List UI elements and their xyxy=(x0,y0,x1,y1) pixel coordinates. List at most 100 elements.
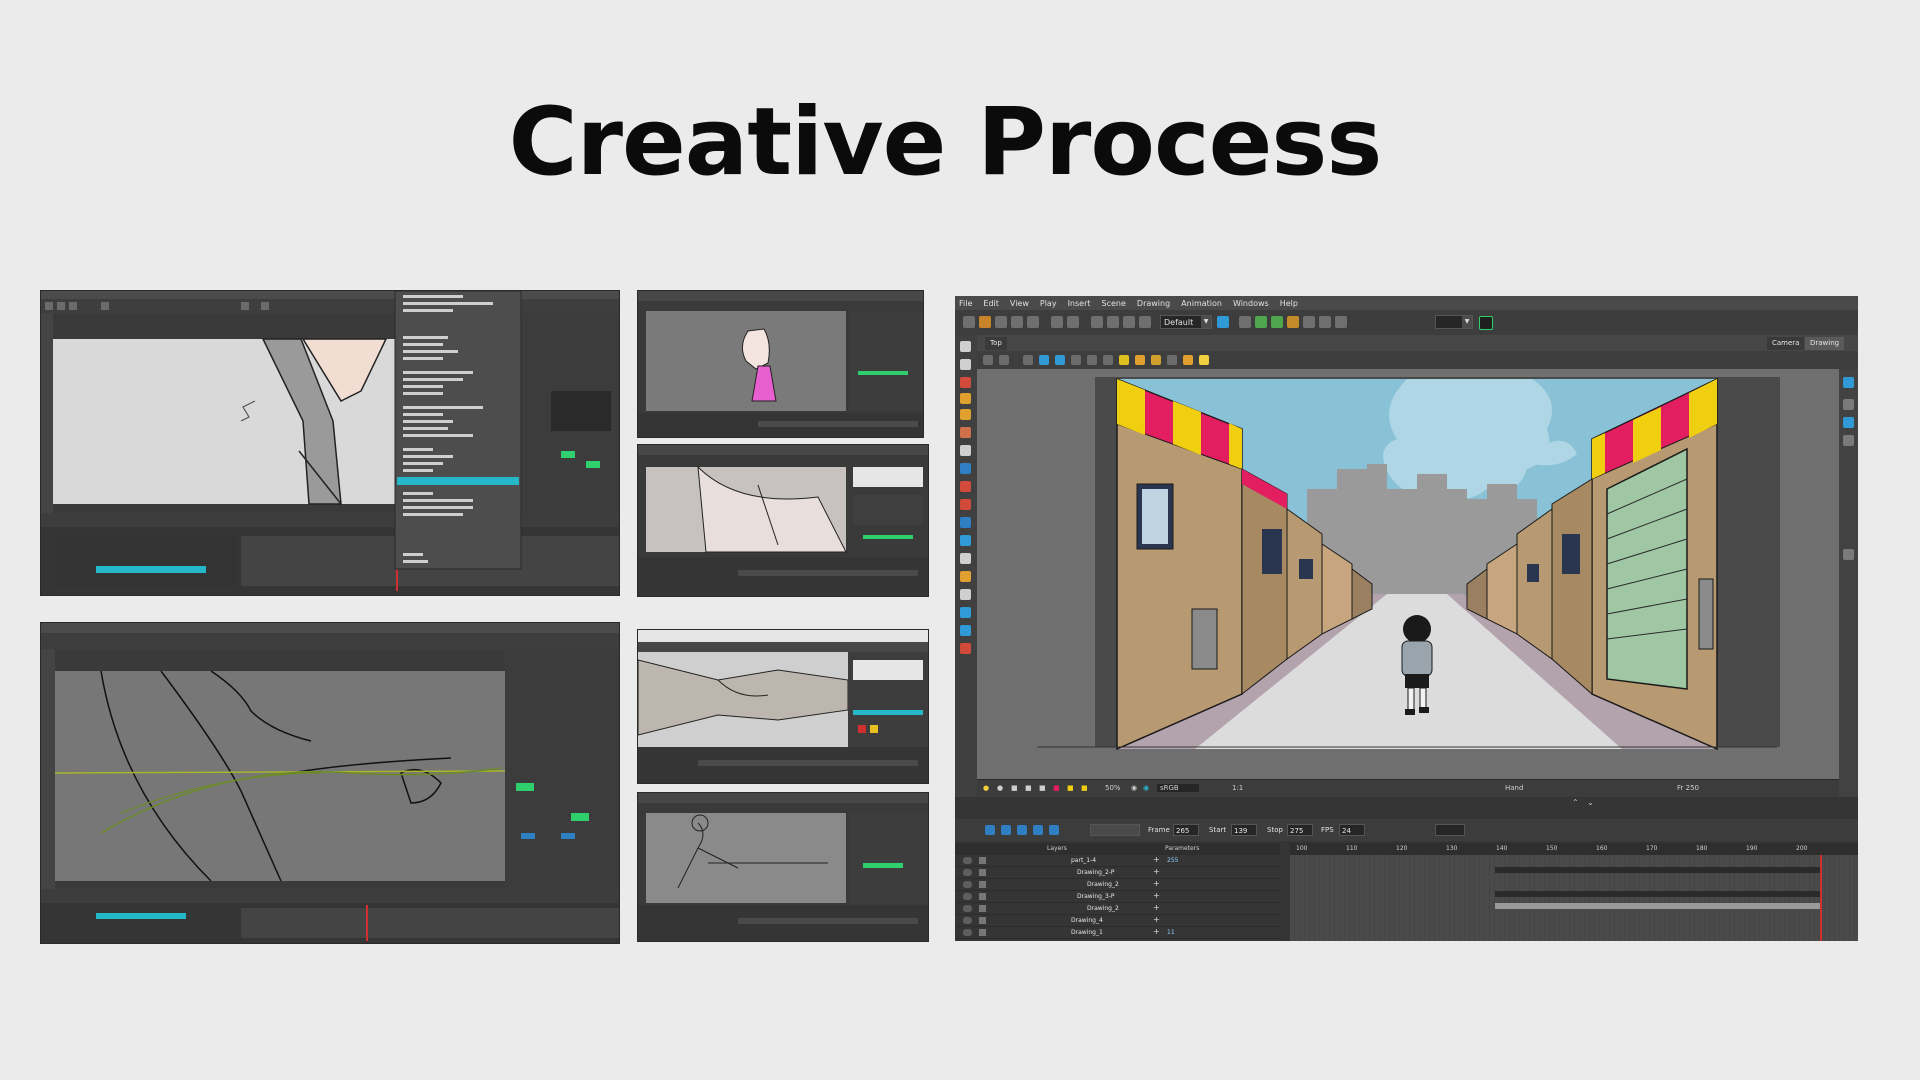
import-icon[interactable] xyxy=(1027,316,1039,328)
play-icon[interactable] xyxy=(985,825,995,835)
sound-icon[interactable] xyxy=(1017,825,1027,835)
add-icon[interactable]: + xyxy=(1153,867,1160,876)
bulb-icon[interactable] xyxy=(1183,355,1193,365)
workspace-select[interactable]: Default ▼ xyxy=(1160,315,1212,329)
folder-icon[interactable] xyxy=(1135,355,1145,365)
camera-icon[interactable] xyxy=(1843,377,1854,388)
pencil-tool-icon[interactable] xyxy=(960,393,971,404)
eye-icon[interactable] xyxy=(963,929,972,936)
center-icon[interactable] xyxy=(1055,355,1065,365)
exposure-bar[interactable] xyxy=(1495,867,1820,873)
cut-icon[interactable] xyxy=(1103,355,1113,365)
redo-icon[interactable] xyxy=(1067,316,1079,328)
rotate-tool-icon[interactable] xyxy=(960,571,971,582)
stroke-tool-icon[interactable] xyxy=(960,499,971,510)
workspace-manager-icon[interactable] xyxy=(1217,316,1229,328)
light-table-icon[interactable] xyxy=(1199,355,1209,365)
frame-grid[interactable] xyxy=(1290,855,1858,941)
crop-icon[interactable] xyxy=(1087,355,1097,365)
hand-tool-icon[interactable] xyxy=(960,553,971,564)
frame-icon[interactable]: ■ xyxy=(1025,784,1032,792)
grid-icon[interactable] xyxy=(1023,355,1033,365)
render-icon[interactable]: ◉ xyxy=(1131,784,1137,792)
add-icon[interactable]: + xyxy=(1153,927,1160,936)
zoom-level[interactable]: 50% xyxy=(1105,784,1121,792)
add-icon[interactable]: + xyxy=(1153,903,1160,912)
frame-icon[interactable]: ■ xyxy=(1011,784,1018,792)
menu-edit[interactable]: Edit xyxy=(979,299,1006,308)
open-folder-icon[interactable] xyxy=(979,316,991,328)
brush-icon[interactable] xyxy=(1239,316,1251,328)
deformer-icon[interactable] xyxy=(1255,316,1267,328)
morph-tool-icon[interactable] xyxy=(960,535,971,546)
lock-icon[interactable] xyxy=(1119,355,1129,365)
paint-tool-icon[interactable] xyxy=(960,409,971,420)
copy-icon[interactable] xyxy=(1107,316,1119,328)
stack-icon[interactable] xyxy=(1843,435,1854,446)
add-icon[interactable]: + xyxy=(1153,879,1160,888)
tab-drawing[interactable]: Drawing xyxy=(1805,337,1845,350)
start-field[interactable]: 139 xyxy=(1231,824,1257,836)
frame-field[interactable]: 265 xyxy=(1173,824,1199,836)
cut-icon[interactable] xyxy=(1091,316,1103,328)
eye-icon[interactable] xyxy=(963,881,972,888)
chevron-up-icon[interactable]: ⌃ xyxy=(1572,798,1579,807)
fps-field[interactable]: 24 xyxy=(1339,824,1365,836)
menu-insert[interactable]: Insert xyxy=(1064,299,1098,308)
eye-icon[interactable] xyxy=(963,857,972,864)
panel-splitter[interactable]: ⌃ ⌄ xyxy=(955,797,1858,811)
tab-camera[interactable]: Camera xyxy=(1767,337,1805,350)
undo-icon[interactable] xyxy=(1051,316,1063,328)
light-icon[interactable]: ● xyxy=(997,784,1003,792)
add-icon[interactable]: + xyxy=(1153,855,1160,864)
pivot-tool-icon[interactable] xyxy=(960,625,971,636)
grid-icon[interactable] xyxy=(1319,316,1331,328)
playhead[interactable] xyxy=(1820,855,1822,941)
shape-tool-icon[interactable] xyxy=(960,463,971,474)
line-icon[interactable] xyxy=(1167,355,1177,365)
harmony-logo-icon[interactable] xyxy=(1479,316,1493,330)
bulb-icon[interactable]: ● xyxy=(983,784,989,792)
layer-row[interactable]: Drawing_3-P + xyxy=(955,891,1280,903)
color-icon[interactable]: ◉ xyxy=(1143,784,1149,792)
grid-tool-icon[interactable] xyxy=(960,589,971,600)
volume-icon[interactable] xyxy=(1049,825,1059,835)
layer-row[interactable]: Drawing_4 + xyxy=(955,915,1280,927)
exposure-bar[interactable] xyxy=(1495,903,1820,909)
layer-icon[interactable] xyxy=(1843,399,1854,410)
bone-icon[interactable] xyxy=(1303,316,1315,328)
onion-skin-icon[interactable]: ■ xyxy=(1053,784,1060,792)
color-space-select[interactable]: sRGB xyxy=(1157,784,1199,792)
frame-ruler[interactable]: 100 110 120 130 140 150 160 170 180 190 … xyxy=(1290,843,1858,855)
layout-icon[interactable] xyxy=(1335,316,1347,328)
stop-field[interactable]: 275 xyxy=(1287,824,1313,836)
menu-windows[interactable]: Windows xyxy=(1229,299,1276,308)
save-as-icon[interactable] xyxy=(1011,316,1023,328)
flip-icon[interactable] xyxy=(1039,355,1049,365)
chevron-left-icon[interactable] xyxy=(1843,549,1854,560)
eye-icon[interactable] xyxy=(963,905,972,912)
eraser-tool-icon[interactable] xyxy=(960,427,971,438)
brush-tool-icon[interactable] xyxy=(960,377,971,388)
zoom-tool-icon[interactable] xyxy=(960,517,971,528)
menu-animation[interactable]: Animation xyxy=(1177,299,1229,308)
transform-icon[interactable] xyxy=(1287,316,1299,328)
select-tool-icon[interactable] xyxy=(960,341,971,352)
lock-icon[interactable]: ■ xyxy=(1081,784,1088,792)
chevron-down-icon[interactable]: ⌄ xyxy=(1587,798,1594,807)
playback-speed-slider[interactable] xyxy=(1090,824,1140,836)
stack-icon[interactable] xyxy=(1843,417,1854,428)
loop-icon[interactable] xyxy=(1001,825,1011,835)
dropper-tool-icon[interactable] xyxy=(960,481,971,492)
paste-icon[interactable] xyxy=(1123,316,1135,328)
layer-row[interactable]: Drawing_2-P + xyxy=(955,867,1280,879)
delete-icon[interactable] xyxy=(1139,316,1151,328)
camera-view[interactable] xyxy=(977,369,1839,779)
text-tool-icon[interactable] xyxy=(960,445,971,456)
step-icon[interactable] xyxy=(1033,825,1043,835)
eye-icon[interactable] xyxy=(963,893,972,900)
exposure-bar[interactable] xyxy=(1495,891,1820,897)
menu-scene[interactable]: Scene xyxy=(1098,299,1133,308)
view-select[interactable]: ▼ xyxy=(1435,315,1473,329)
top-view-tab[interactable]: Top xyxy=(985,337,1007,350)
